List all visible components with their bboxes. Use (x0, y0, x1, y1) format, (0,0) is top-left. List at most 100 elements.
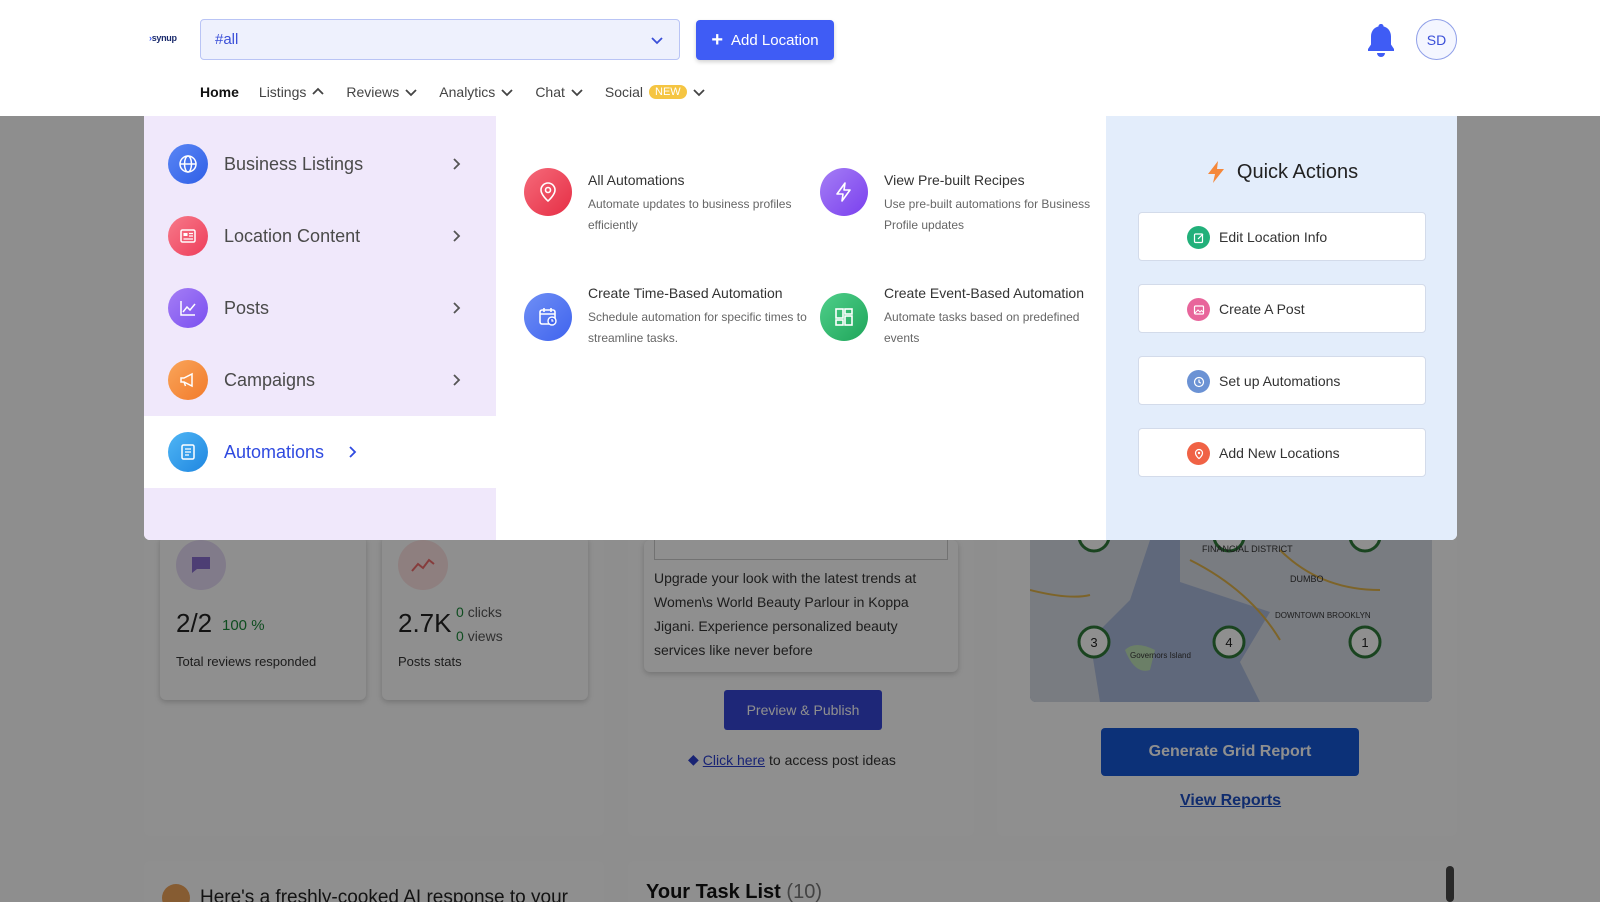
map-label-downtown: DOWNTOWN BROOKLYN (1275, 611, 1371, 620)
user-avatar[interactable]: SD (1416, 19, 1457, 60)
nav-social-label: Social (604, 84, 644, 100)
create-post-button[interactable]: Create A Post (1138, 284, 1426, 333)
menu-item-label: Location Content (224, 225, 361, 246)
automation-title: View Pre-built Recipes (884, 172, 1025, 188)
add-location-label: Add Location (731, 31, 819, 49)
lightning-icon (820, 168, 868, 216)
automation-desc: Use pre-built automations for Business P… (884, 197, 1091, 232)
scrollbar-thumb[interactable] (1446, 866, 1454, 902)
automation-event-based[interactable]: Create Event-Based Automation Automate t… (820, 281, 1110, 349)
chevron-down-icon (651, 36, 663, 44)
newspaper-icon (168, 216, 208, 256)
calendar-clock-icon (524, 293, 572, 341)
nav-chat[interactable]: Chat (535, 84, 585, 100)
preview-publish-button[interactable]: Preview & Publish (724, 690, 882, 730)
posts-views: 0 views (456, 628, 503, 644)
menu-item-label: Business Listings (224, 153, 364, 174)
nav-reviews-label: Reviews (346, 84, 400, 100)
map-label-governors: Governors Island (1130, 651, 1191, 660)
document-icon (168, 432, 208, 472)
location-select-value: #all (215, 31, 239, 48)
chevron-up-icon (312, 87, 325, 95)
quick-action-label: Create A Post (1219, 300, 1305, 317)
generate-grid-report-button[interactable]: Generate Grid Report (1101, 728, 1359, 776)
automation-time-based[interactable]: Create Time-Based Automation Schedule au… (524, 281, 814, 349)
set-up-automations-button[interactable]: Set up Automations (1138, 356, 1426, 405)
post-preview: Upgrade your look with the latest trends… (644, 540, 958, 672)
menu-item-label: Campaigns (224, 369, 316, 390)
map-marker[interactable]: 1 (1361, 635, 1368, 650)
reviews-stat-card: 2/2 100 % Total reviews responded (160, 536, 366, 700)
reviews-label: Total reviews responded (176, 654, 317, 669)
ai-response-text: Here's a freshly-cooked AI response to y… (200, 887, 568, 902)
chevron-right-icon (453, 158, 461, 170)
trend-icon (398, 540, 448, 590)
post-text: Upgrade your look with the latest trends… (654, 570, 917, 658)
menu-item-automations[interactable]: Automations (144, 416, 496, 488)
chat-bubble-icon (176, 540, 226, 590)
megaphone-icon (168, 360, 208, 400)
edit-icon (1187, 226, 1210, 249)
quick-action-label: Edit Location Info (1219, 228, 1328, 245)
nav-home-label: Home (200, 84, 239, 100)
main-nav: Home Listings Reviews Analytics Chat Soc… (200, 82, 727, 102)
view-reports-link[interactable]: View Reports (1180, 792, 1281, 810)
views-label: views (467, 628, 503, 644)
globe-icon (168, 144, 208, 184)
menu-item-label: Automations (224, 441, 325, 462)
chevron-right-icon (349, 446, 357, 458)
chevron-right-icon (453, 374, 461, 386)
synup-logo[interactable]: ›synup (149, 33, 177, 43)
plus-icon: + (711, 29, 724, 51)
menu-item-posts[interactable]: Posts (144, 272, 496, 344)
clicks-label: clicks (467, 604, 502, 620)
menu-item-label: Posts (224, 297, 270, 318)
automation-title: Create Event-Based Automation (884, 285, 1085, 301)
chevron-down-icon (693, 89, 705, 97)
automation-recipes[interactable]: View Pre-built Recipes Use pre-built aut… (820, 168, 1110, 236)
menu-item-business-listings[interactable]: Business Listings (144, 128, 496, 200)
rank-map[interactable]: 3 4 1 FINANCIAL DISTRICT DUMBO DOWNTOWN … (1030, 540, 1432, 702)
task-title-text: Your Task List (646, 881, 781, 902)
nav-reviews[interactable]: Reviews (346, 84, 419, 100)
quick-actions-panel: Quick Actions Edit Location Info Create … (1106, 116, 1457, 540)
ideas-icon: ◆ (688, 751, 699, 767)
top-header: ›synup #all + Add Location SD Home Listi… (0, 0, 1600, 116)
nav-listings[interactable]: Listings (259, 84, 326, 100)
nav-home[interactable]: Home (200, 84, 239, 100)
nav-chat-label: Chat (535, 84, 565, 100)
edit-location-info-button[interactable]: Edit Location Info (1138, 212, 1426, 261)
automation-all[interactable]: All Automations Automate updates to busi… (524, 168, 814, 236)
map-marker[interactable]: 3 (1090, 635, 1097, 650)
click-here-link[interactable]: Click here (703, 752, 765, 768)
listings-mega-menu: Business Listings Location Content Posts… (144, 116, 1457, 540)
menu-item-campaigns[interactable]: Campaigns (144, 344, 496, 416)
add-location-button[interactable]: + Add Location (696, 20, 834, 60)
nav-analytics[interactable]: Analytics (439, 84, 515, 100)
nav-listings-label: Listings (258, 84, 307, 100)
posts-value: 2.7K (398, 608, 452, 638)
views-count: 0 (456, 628, 464, 644)
chevron-down-icon (501, 89, 513, 97)
reviews-value: 2/2 (176, 608, 213, 638)
nav-social[interactable]: Social NEW (605, 84, 707, 100)
dashboard-grid-icon (820, 293, 868, 341)
post-input-edge (654, 540, 948, 560)
location-select[interactable]: #all (200, 19, 680, 60)
bell-icon[interactable] (1365, 22, 1397, 58)
add-new-locations-button[interactable]: Add New Locations (1138, 428, 1426, 477)
chevron-right-icon (453, 302, 461, 314)
automation-title: All Automations (588, 172, 685, 188)
menu-item-location-content[interactable]: Location Content (144, 200, 496, 272)
posts-clicks: 0 clicks (456, 604, 502, 620)
quick-action-label: Set up Automations (1219, 372, 1341, 389)
quick-actions-heading: Quick Actions (1106, 160, 1457, 184)
task-list-title: Your Task List (10) (646, 881, 822, 902)
task-count: (10) (786, 881, 822, 902)
posts-label: Posts stats (398, 654, 462, 669)
reviews-percent: 100 % (222, 617, 265, 634)
nav-analytics-label: Analytics (439, 84, 496, 100)
map-marker[interactable]: 4 (1225, 635, 1232, 650)
posts-stat-card: 2.7K 0 clicks 0 views Posts stats (382, 536, 588, 700)
quick-action-label: Add New Locations (1219, 444, 1340, 461)
